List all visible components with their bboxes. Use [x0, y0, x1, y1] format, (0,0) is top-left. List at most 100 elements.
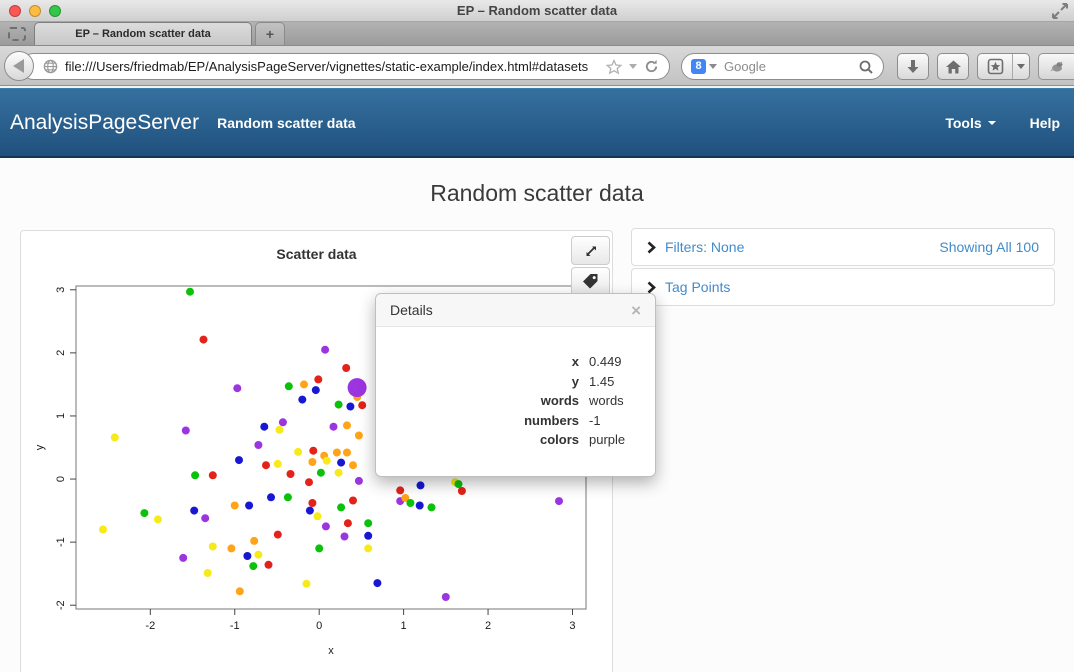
scatter-point: [209, 543, 217, 551]
nav-item-random-scatter-data[interactable]: Random scatter data: [217, 115, 355, 131]
svg-text:2: 2: [55, 350, 67, 356]
scatter-point: [249, 562, 257, 570]
bookmarks-button[interactable]: [977, 53, 1030, 80]
y-axis-label: y: [34, 444, 46, 450]
svg-text:0: 0: [55, 476, 67, 482]
scatter-point: [364, 544, 372, 552]
page-content: Random scatter data Scatter data -2-1012…: [0, 158, 1074, 672]
scatter-point: [236, 587, 244, 595]
reload-icon[interactable]: [644, 59, 659, 74]
scatter-point: [335, 469, 343, 477]
scatter-point: [349, 497, 357, 505]
search-input[interactable]: Google: [724, 59, 858, 74]
scatter-point: [154, 515, 162, 523]
browser-toolbar: file:///Users/friedmab/EP/AnalysisPageSe…: [0, 46, 1074, 86]
scatter-point: [209, 471, 217, 479]
detail-value: 0.449: [589, 352, 655, 372]
url-text[interactable]: file:///Users/friedmab/EP/AnalysisPageSe…: [65, 59, 596, 74]
scatter-point: [321, 346, 329, 354]
tag-points-label[interactable]: Tag Points: [665, 279, 730, 295]
scatter-point: [312, 386, 320, 394]
scatter-point: [182, 427, 190, 435]
search-icon[interactable]: [858, 59, 874, 75]
detail-value: purple: [589, 430, 655, 450]
tag-points-panel[interactable]: Tag Points: [631, 268, 1055, 306]
scatter-point: [355, 432, 363, 440]
google-favicon: 8: [691, 59, 706, 74]
scatter-point: [364, 519, 372, 527]
detail-value: words: [589, 391, 655, 411]
url-bar-icons: [596, 59, 669, 75]
scatter-point: [179, 554, 187, 562]
tab-ep-random-scatter-data[interactable]: EP – Random scatter data: [34, 22, 252, 45]
chevron-right-icon: [647, 241, 656, 254]
addon-button[interactable]: [1038, 53, 1074, 80]
scatter-point: [254, 441, 262, 449]
search-bar[interactable]: 8 Google: [681, 53, 884, 80]
filters-label[interactable]: Filters: None: [665, 239, 744, 255]
bookmark-star-icon[interactable]: [606, 59, 622, 75]
plus-icon: +: [266, 26, 274, 42]
caret-down-icon: [988, 121, 996, 125]
window-titlebar: EP – Random scatter data: [0, 0, 1074, 22]
home-button[interactable]: [937, 53, 969, 80]
bookmarks-star-icon: [987, 58, 1004, 75]
detail-label: y: [376, 372, 589, 392]
detail-label: x: [376, 352, 589, 372]
brand-title[interactable]: AnalysisPageServer: [10, 111, 199, 135]
svg-text:1: 1: [401, 620, 407, 632]
detail-label: words: [376, 391, 589, 411]
scatter-point: [342, 364, 350, 372]
dropdown-caret-icon[interactable]: [629, 64, 637, 69]
tab-title: EP – Random scatter data: [75, 28, 211, 40]
scatter-point: [111, 433, 119, 441]
tab-groups-icon[interactable]: [8, 27, 26, 41]
scatter-point: [406, 499, 414, 507]
search-engine-caret-icon[interactable]: [709, 64, 717, 69]
scatter-point: [305, 478, 313, 486]
scatter-point: [323, 457, 331, 465]
downloads-button[interactable]: [897, 53, 929, 80]
help-menu[interactable]: Help: [1030, 115, 1060, 131]
svg-text:-1: -1: [55, 537, 67, 547]
svg-text:3: 3: [569, 620, 575, 632]
back-button[interactable]: [4, 51, 34, 81]
detail-label: colors: [376, 430, 589, 450]
new-tab-button[interactable]: +: [255, 22, 285, 45]
scatter-point: [140, 509, 148, 517]
url-bar[interactable]: file:///Users/friedmab/EP/AnalysisPageSe…: [20, 53, 670, 80]
back-arrow-icon: [13, 59, 24, 73]
selected-scatter-point: [348, 378, 367, 397]
help-label: Help: [1030, 115, 1060, 131]
scatter-point: [243, 552, 251, 560]
tag-points-button[interactable]: [571, 267, 610, 296]
expand-plot-button[interactable]: [571, 236, 610, 265]
scatter-point: [303, 580, 311, 588]
bookmarks-caret-segment[interactable]: [1012, 54, 1029, 79]
close-icon[interactable]: ×: [631, 302, 641, 319]
scatter-point: [186, 288, 194, 296]
scatter-point: [200, 336, 208, 344]
svg-text:2: 2: [485, 620, 491, 632]
scatter-point: [235, 456, 243, 464]
svg-text:0: 0: [316, 620, 322, 632]
fullscreen-icon[interactable]: [1052, 3, 1068, 19]
scatter-point: [233, 384, 241, 392]
detail-row-numbers: numbers -1: [376, 411, 655, 431]
tools-menu[interactable]: Tools: [945, 115, 995, 131]
tag-icon: [582, 273, 599, 290]
tab-bar: EP – Random scatter data +: [0, 22, 1074, 46]
scatter-point: [337, 459, 345, 467]
scatter-point: [314, 512, 322, 520]
scatter-point: [349, 461, 357, 469]
scatter-point: [308, 499, 316, 507]
scatter-point: [343, 449, 351, 457]
addon-icon: [1049, 60, 1065, 74]
scatter-point: [373, 579, 381, 587]
svg-text:-2: -2: [55, 600, 67, 610]
caret-down-icon: [1017, 64, 1025, 69]
navbar-right: Tools Help: [945, 115, 1060, 131]
scatter-point: [231, 502, 239, 510]
scatter-point: [314, 375, 322, 383]
filters-panel[interactable]: Filters: None Showing All 100: [631, 228, 1055, 266]
